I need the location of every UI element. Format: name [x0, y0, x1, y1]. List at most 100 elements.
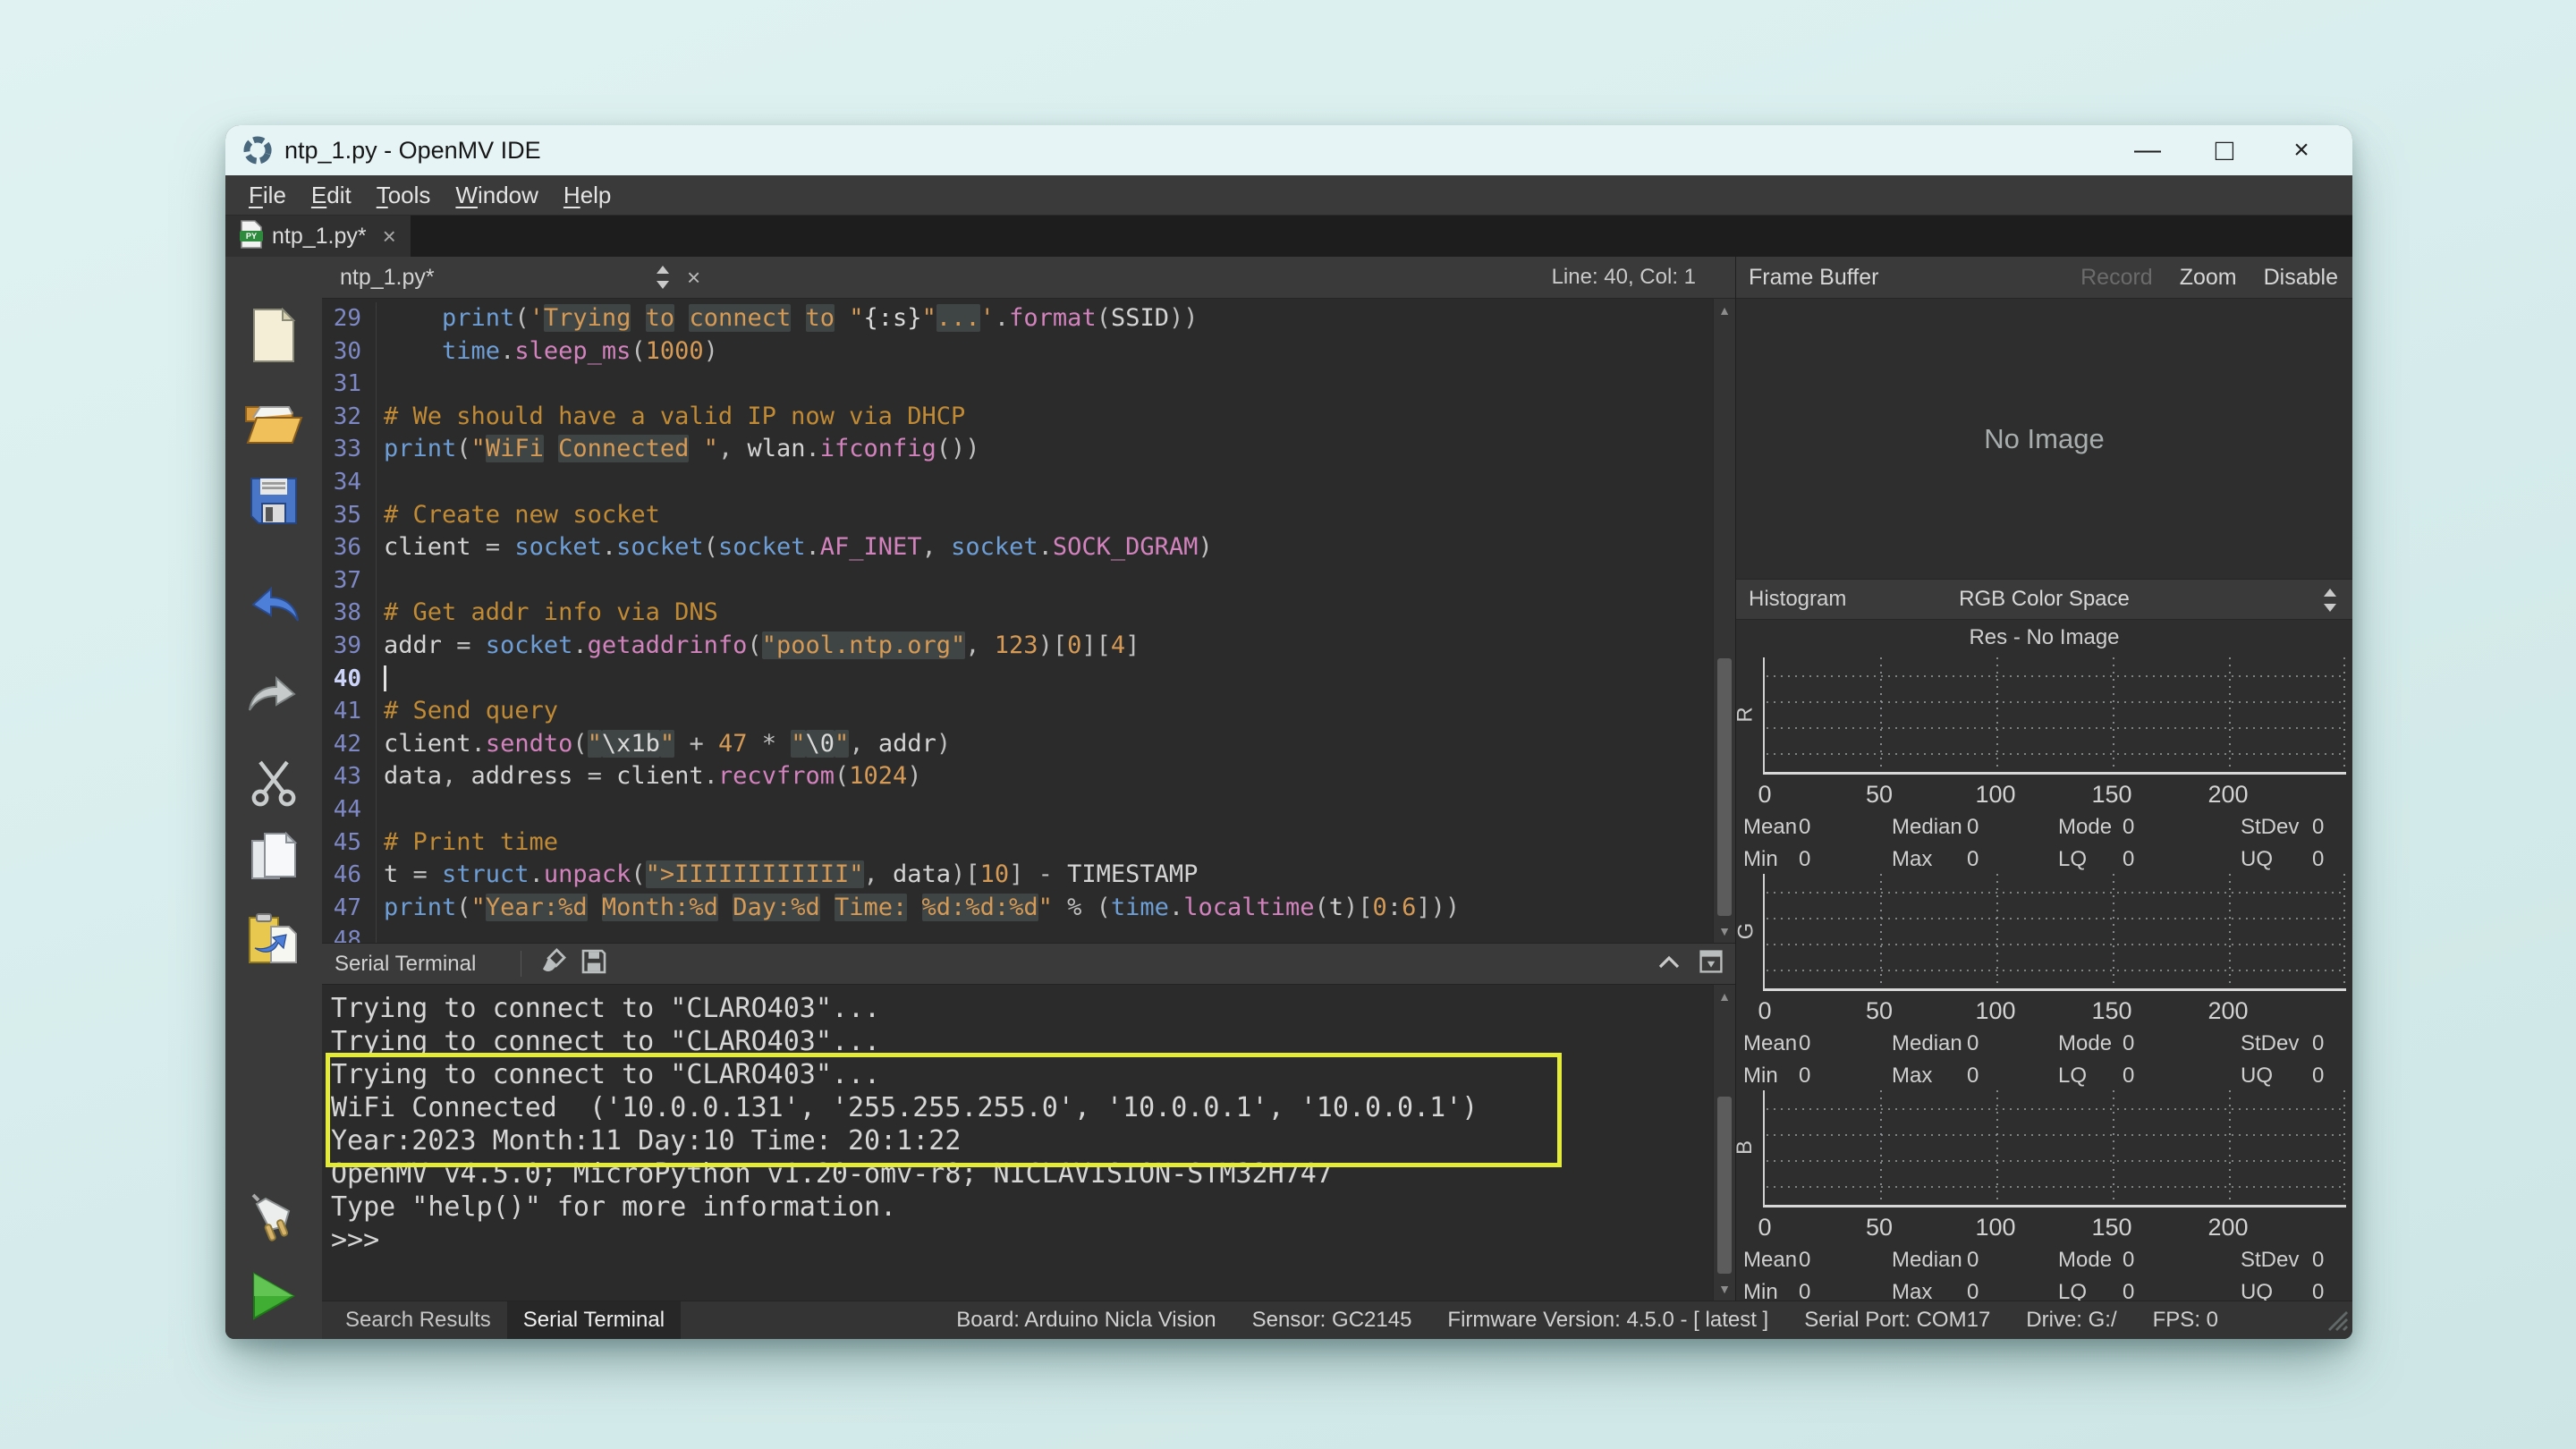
- disable-button[interactable]: Disable: [2264, 265, 2338, 291]
- status-tab-search-results[interactable]: Search Results: [329, 1301, 507, 1339]
- new-file-button[interactable]: [244, 308, 303, 367]
- code-token: *: [747, 730, 791, 758]
- tab-ntp1py[interactable]: PY ntp_1.py* ×: [225, 216, 411, 257]
- redo-icon: [246, 673, 301, 718]
- code-line[interactable]: 44: [322, 793, 1735, 826]
- text-cursor: [384, 665, 386, 691]
- menu-file[interactable]: File: [236, 182, 299, 209]
- save-log-icon[interactable]: [581, 949, 606, 979]
- code-token: sleep_ms: [514, 337, 631, 365]
- code-line[interactable]: 33print("WiFi Connected ", wlan.ifconfig…: [322, 433, 1735, 466]
- code-line[interactable]: 43data, address = client.recvfrom(1024): [322, 760, 1735, 793]
- code-token: [384, 304, 442, 332]
- tick-label: 50: [1866, 997, 1893, 1025]
- minimize-button[interactable]: —: [2109, 125, 2186, 175]
- scroll-up-icon[interactable]: ▲: [1714, 299, 1735, 322]
- connect-button[interactable]: [244, 1188, 303, 1247]
- stat-value-min: 0: [1799, 847, 1810, 872]
- resize-grip[interactable]: [2322, 1305, 2349, 1336]
- code-token: ()): [936, 435, 980, 462]
- clear-terminal-icon[interactable]: [540, 948, 567, 979]
- code-line[interactable]: 40: [322, 663, 1735, 696]
- code-line[interactable]: 29 print('Trying to connect to "{:s}"...…: [322, 302, 1735, 335]
- code-token: Connected: [558, 435, 689, 462]
- code-token: client: [616, 762, 704, 790]
- code-token: "pool.ntp.org": [762, 631, 966, 659]
- scroll-down-icon[interactable]: ▼: [1714, 919, 1735, 943]
- code-line[interactable]: 41# Send query: [322, 695, 1735, 728]
- code-line[interactable]: 38# Get addr info via DNS: [322, 597, 1735, 630]
- code-text: # Print time: [377, 826, 558, 860]
- open-file-button[interactable]: [244, 393, 303, 452]
- line-number: 35: [322, 499, 377, 532]
- document-selector[interactable]: ntp_1.py*: [340, 265, 435, 291]
- serial-terminal[interactable]: Trying to connect to "CLARO403"...Trying…: [322, 985, 1735, 1301]
- code-text: # Get addr info via DNS: [377, 597, 718, 630]
- document-selector-arrows-icon[interactable]: [655, 265, 671, 294]
- line-number: 37: [322, 564, 377, 597]
- code-line[interactable]: 37: [322, 564, 1735, 597]
- terminal-scrollbar-thumb[interactable]: [1717, 1097, 1732, 1274]
- status-tab-serial-terminal[interactable]: Serial Terminal: [507, 1301, 681, 1339]
- code-token: ": [588, 730, 602, 758]
- code-text: [377, 663, 386, 696]
- code-line[interactable]: 47print("Year:%d Month:%d Day:%d Time: %…: [322, 892, 1735, 925]
- close-button[interactable]: ×: [2263, 125, 2340, 175]
- code-token: ,: [922, 533, 952, 561]
- code-token: [791, 304, 805, 332]
- code-token: ,: [718, 435, 748, 462]
- code-line[interactable]: 39addr = socket.getaddrinfo("pool.ntp.or…: [322, 630, 1735, 663]
- code-line[interactable]: 36client = socket.socket(socket.AF_INET,…: [322, 531, 1735, 564]
- undo-button[interactable]: [244, 576, 303, 635]
- redo-button[interactable]: [244, 665, 303, 724]
- tab-close-icon[interactable]: ×: [383, 223, 396, 250]
- menu-window[interactable]: Window: [443, 182, 550, 209]
- code-line[interactable]: 34: [322, 466, 1735, 499]
- paste-button[interactable]: [244, 911, 303, 970]
- scroll-up-icon[interactable]: ▲: [1714, 985, 1735, 1008]
- collapse-terminal-icon[interactable]: [1658, 954, 1680, 973]
- stat-value-median: 0: [1967, 1248, 1979, 1273]
- editor-scrollbar-thumb[interactable]: [1717, 658, 1732, 916]
- color-space-select[interactable]: RGB Color Space: [1959, 587, 2130, 612]
- status-field-drive: Drive: G:/: [2026, 1308, 2116, 1333]
- line-number: 45: [322, 826, 377, 860]
- code-line[interactable]: 30 time.sleep_ms(1000): [322, 335, 1735, 369]
- code-line[interactable]: 45# Print time: [322, 826, 1735, 860]
- copy-button[interactable]: [244, 831, 303, 890]
- menu-edit[interactable]: Edit: [299, 182, 364, 209]
- code-line[interactable]: 46t = struct.unpack(">IIIIIIIIIIII", dat…: [322, 859, 1735, 892]
- code-token: socket: [616, 533, 704, 561]
- code-token: .: [1169, 894, 1183, 921]
- save-file-button[interactable]: [244, 473, 303, 532]
- code-token: # Create new socket: [384, 501, 660, 529]
- code-token: getaddrinfo: [588, 631, 748, 659]
- code-editor[interactable]: 29 print('Trying to connect to "{:s}"...…: [322, 299, 1735, 943]
- tick-label: 0: [1758, 997, 1771, 1025]
- code-line[interactable]: 48: [322, 924, 1735, 943]
- color-space-arrows-icon[interactable]: [2322, 588, 2338, 617]
- code-token: ">IIIIIIIIIIII": [646, 860, 864, 888]
- scroll-down-icon[interactable]: ▼: [1714, 1277, 1735, 1301]
- maximize-button[interactable]: □: [2186, 125, 2263, 175]
- frame-buffer-panel: Frame Buffer RecordZoomDisable No Image …: [1736, 257, 2352, 1301]
- editor-scrollbar[interactable]: ▲ ▼: [1713, 299, 1735, 943]
- app-window: ntp_1.py - OpenMV IDE —□× FileEditToolsW…: [225, 125, 2352, 1339]
- code-line[interactable]: 35# Create new socket: [322, 499, 1735, 532]
- code-line[interactable]: 31: [322, 368, 1735, 401]
- zoom-button[interactable]: Zoom: [2180, 265, 2237, 291]
- status-field-board: Board: Arduino Nicla Vision: [956, 1308, 1216, 1333]
- menu-tools[interactable]: Tools: [364, 182, 444, 209]
- code-line[interactable]: 32# We should have a valid IP now via DH…: [322, 401, 1735, 434]
- run-button[interactable]: [244, 1268, 303, 1327]
- tick-label: 150: [2091, 997, 2131, 1025]
- menu-help[interactable]: Help: [551, 182, 623, 209]
- stat-label-median: Median: [1892, 1248, 1962, 1273]
- stat-value-mean: 0: [1799, 1248, 1810, 1273]
- document-close-icon[interactable]: ×: [687, 264, 700, 292]
- cut-button[interactable]: [244, 755, 303, 814]
- popout-terminal-icon[interactable]: [1699, 950, 1723, 978]
- frame-buffer-title: Frame Buffer: [1749, 265, 1878, 291]
- tick-label: 200: [2207, 1214, 2248, 1241]
- code-line[interactable]: 42client.sendto("\x1b" + 47 * "\0", addr…: [322, 728, 1735, 761]
